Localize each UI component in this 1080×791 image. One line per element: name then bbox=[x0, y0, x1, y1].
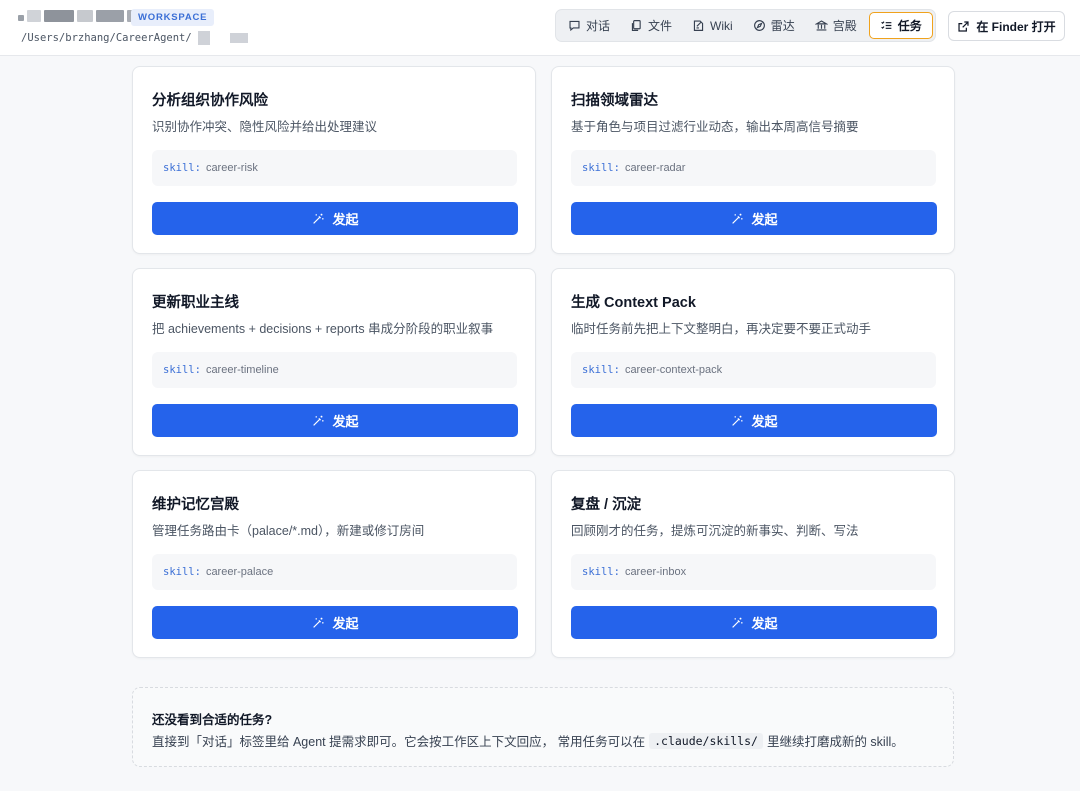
custom-task-hint: 还没看到合适的任务? 直接到「对话」标签里给 Agent 提需求即可。它会按工作… bbox=[132, 687, 954, 767]
task-title: 维护记忆宫殿 bbox=[152, 497, 239, 513]
magic-wand-icon bbox=[313, 213, 324, 224]
task-title: 复盘 / 沉淀 bbox=[571, 497, 642, 513]
launch-task-button[interactable]: 发起 bbox=[571, 404, 937, 437]
launch-task-button[interactable]: 发起 bbox=[152, 202, 518, 235]
tab-tasks[interactable]: 任务 bbox=[868, 12, 933, 39]
skill-name: career-palace bbox=[205, 566, 274, 578]
tab-label: Wiki bbox=[710, 18, 733, 33]
launch-label: 发起 bbox=[332, 212, 359, 227]
skill-key: skill: bbox=[163, 162, 201, 174]
launch-task-button[interactable]: 发起 bbox=[571, 202, 937, 235]
skill-tag: skill: career-context-pack bbox=[571, 352, 936, 388]
tasks-icon bbox=[880, 21, 892, 29]
task-title: 扫描领域雷达 bbox=[571, 93, 658, 109]
chat-icon bbox=[569, 20, 580, 32]
task-description: 回顾刚才的任务，提炼可沉淀的新事实、判断、写法 bbox=[571, 524, 859, 538]
skill-key: skill: bbox=[582, 364, 620, 376]
magic-wand-icon bbox=[732, 213, 743, 224]
hint-text-after: 里继续打磨成新的 skill。 bbox=[766, 735, 904, 749]
task-description: 临时任务前先把上下文整明白，再决定要不要正式动手 bbox=[571, 322, 872, 336]
top-bar: WORKSPACE /Users/brzhang/CareerAgent/ 对话… bbox=[0, 0, 1080, 56]
skills-path-code: .claude/skills/ bbox=[649, 732, 763, 749]
tab-files[interactable]: 文件 bbox=[620, 12, 682, 39]
view-tabs: 对话 文件 Wiki 雷达 宫殿 任务 bbox=[555, 9, 936, 42]
workspace-badge: WORKSPACE bbox=[131, 9, 215, 26]
tab-label: 对话 bbox=[586, 19, 611, 33]
skill-name: career-inbox bbox=[624, 566, 687, 578]
skill-tag: skill: career-palace bbox=[152, 554, 517, 590]
wiki-icon bbox=[693, 20, 704, 31]
skill-name: career-context-pack bbox=[624, 364, 723, 376]
tab-palace[interactable]: 宫殿 bbox=[805, 12, 867, 39]
hint-text-before: 直接到「对话」标签里给 Agent 提需求即可。它会按工作区上下文回应， 常用任… bbox=[152, 735, 646, 749]
task-description: 识别协作冲突、隐性风险并给出处理建议 bbox=[152, 120, 378, 134]
skill-key: skill: bbox=[163, 364, 201, 376]
magic-wand-icon bbox=[313, 617, 324, 628]
tab-chat[interactable]: 对话 bbox=[558, 12, 620, 39]
task-description: 基于角色与项目过滤行业动态，输出本周高信号摘要 bbox=[571, 120, 859, 134]
launch-label: 发起 bbox=[751, 414, 778, 429]
task-title: 分析组织协作风险 bbox=[152, 93, 268, 109]
radar-icon bbox=[753, 20, 765, 31]
magic-wand-icon bbox=[313, 415, 324, 426]
task-card: 复盘 / 沉淀回顾刚才的任务，提炼可沉淀的新事实、判断、写法 skill: care… bbox=[551, 470, 955, 658]
task-card: 分析组织协作风险识别协作冲突、隐性风险并给出处理建议 skill: career-r… bbox=[132, 66, 536, 254]
tab-label: 文件 bbox=[648, 19, 673, 33]
skill-tag: skill: career-inbox bbox=[571, 554, 936, 590]
skill-tag: skill: career-timeline bbox=[152, 352, 517, 388]
tab-label: 宫殿 bbox=[832, 19, 857, 33]
task-title: 生成 Context Pack bbox=[571, 295, 696, 311]
task-title: 更新职业主线 bbox=[152, 295, 239, 311]
task-description: 管理任务路由卡（palace/*.md），新建或修订房间 bbox=[152, 524, 425, 538]
external-link-icon bbox=[958, 20, 969, 32]
magic-wand-icon bbox=[732, 617, 743, 628]
path-redacted bbox=[197, 31, 210, 45]
skill-key: skill: bbox=[163, 566, 201, 578]
files-icon bbox=[631, 20, 641, 31]
tab-label: 雷达 bbox=[770, 19, 795, 33]
launch-task-button[interactable]: 发起 bbox=[152, 606, 518, 639]
skill-key: skill: bbox=[582, 162, 620, 174]
workspace-name-redacted bbox=[18, 10, 139, 22]
palace-icon bbox=[814, 20, 828, 31]
tab-label: 任务 bbox=[897, 19, 922, 33]
magic-wand-icon bbox=[732, 415, 743, 426]
open-in-finder-button[interactable]: 在 Finder 打开 bbox=[948, 11, 1065, 41]
launch-label: 发起 bbox=[751, 616, 778, 631]
open-in-finder-label: 在 Finder 打开 bbox=[976, 19, 1056, 34]
launch-label: 发起 bbox=[332, 616, 359, 631]
task-card: 生成 Context Pack 临时任务前先把上下文整明白，再决定要不要正式动手 s… bbox=[551, 268, 955, 456]
launch-task-button[interactable]: 发起 bbox=[152, 404, 518, 437]
launch-label: 发起 bbox=[332, 414, 359, 429]
skill-name: career-radar bbox=[624, 162, 686, 174]
task-card: 维护记忆宫殿管理任务路由卡（palace/*.md），新建或修订房间 skill:… bbox=[132, 470, 536, 658]
skill-tag: skill: career-radar bbox=[571, 150, 936, 186]
task-card: 扫描领域雷达基于角色与项目过滤行业动态，输出本周高信号摘要 skill: caree… bbox=[551, 66, 955, 254]
launch-task-button[interactable]: 发起 bbox=[571, 606, 937, 639]
skill-key: skill: bbox=[582, 566, 620, 578]
task-description: 把 achievements + decisions + reports 串成分… bbox=[152, 322, 494, 336]
skill-name: career-timeline bbox=[205, 364, 279, 376]
path-redacted-2 bbox=[229, 33, 248, 43]
workspace-path: /Users/brzhang/CareerAgent/ bbox=[21, 31, 248, 45]
workspace-path-text: /Users/brzhang/CareerAgent/ bbox=[21, 32, 192, 44]
tab-radar[interactable]: 雷达 bbox=[743, 12, 805, 39]
tab-wiki[interactable]: Wiki bbox=[682, 12, 743, 39]
skill-tag: skill: career-risk bbox=[152, 150, 517, 186]
skill-name: career-risk bbox=[205, 162, 258, 174]
hint-title: 还没看到合适的任务? bbox=[152, 713, 273, 727]
task-card: 更新职业主线把 achievements + decisions + repor… bbox=[132, 268, 536, 456]
hint-text: 直接到「对话」标签里给 Agent 提需求即可。它会按工作区上下文回应， 常用任… bbox=[152, 731, 904, 750]
launch-label: 发起 bbox=[751, 212, 778, 227]
